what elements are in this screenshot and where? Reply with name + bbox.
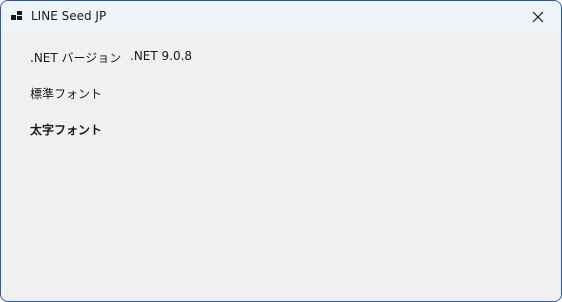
close-button[interactable] <box>515 1 561 32</box>
close-icon <box>532 11 544 22</box>
regular-font-label: 標準フォント <box>30 87 103 101</box>
net-version-label: .NET バージョン <box>30 51 122 65</box>
bold-font-label: 太字フォント <box>30 123 103 137</box>
app-window: LINE Seed JP .NET バージョン .NET 9.0.8 標準フォン… <box>0 0 562 302</box>
main-content: .NET バージョン .NET 9.0.8 標準フォント 太字フォント <box>1 32 561 301</box>
window-title: LINE Seed JP <box>31 9 107 23</box>
net-version-value: .NET 9.0.8 <box>130 49 193 63</box>
app-window-icon <box>11 11 22 20</box>
title-bar[interactable]: LINE Seed JP <box>1 1 561 32</box>
